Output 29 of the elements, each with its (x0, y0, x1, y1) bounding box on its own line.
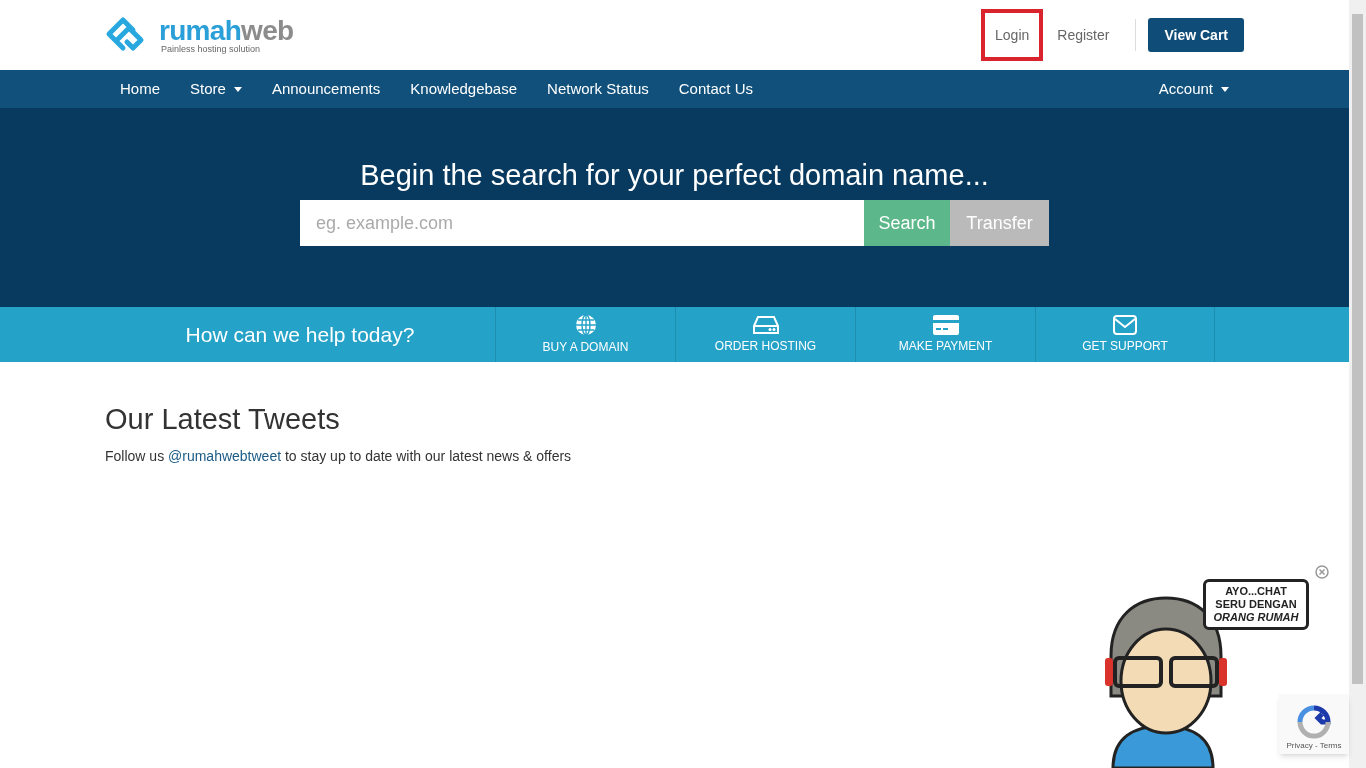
header-link[interactable]: Register (1043, 9, 1124, 61)
close-icon[interactable] (1315, 565, 1329, 579)
domain-search-field[interactable]: eg. example.com (300, 200, 864, 246)
logo-wordmark: rumahweb (159, 16, 294, 45)
caret-icon (233, 86, 242, 92)
credit-card-icon (932, 314, 959, 335)
scrollbar[interactable] (1349, 0, 1366, 768)
nav-link[interactable]: Home (105, 77, 175, 101)
help-title: How can we help today? (185, 321, 415, 348)
nav-link[interactable]: Announcements (256, 77, 396, 101)
hero-title: Begin the search for your perfect domain name... (360, 158, 989, 192)
view-cart-button[interactable]: View Cart (1148, 18, 1244, 52)
twitter-link[interactable]: @rumahwebtweet (168, 448, 282, 464)
account-menu[interactable]: Account (1143, 77, 1244, 101)
logo-tagline: Painless hosting solution (161, 44, 262, 54)
server-icon (752, 314, 779, 335)
nav-link[interactable]: Network Status (532, 77, 664, 101)
header-link[interactable]: Login (981, 9, 1044, 61)
recaptcha-links[interactable]: Privacy - Terms (1286, 740, 1342, 752)
nav-link[interactable]: Knowledgebase (395, 77, 533, 101)
tweets-heading: Our Latest Tweets (105, 402, 341, 436)
caret-icon (1221, 86, 1229, 92)
speech-bubble: AYO...CHAT SERU DENGAN ORANG RUMAH (1203, 579, 1309, 630)
nav-link[interactable]: Contact Us (663, 77, 768, 101)
recaptcha-icon (1296, 704, 1332, 740)
nav-link[interactable]: Store (175, 77, 257, 101)
tweets-text: Follow us @rumahwebtweet to stay up to date with our latest news & offers (105, 447, 573, 466)
envelope-icon (1113, 314, 1137, 335)
globe-icon (574, 313, 597, 336)
